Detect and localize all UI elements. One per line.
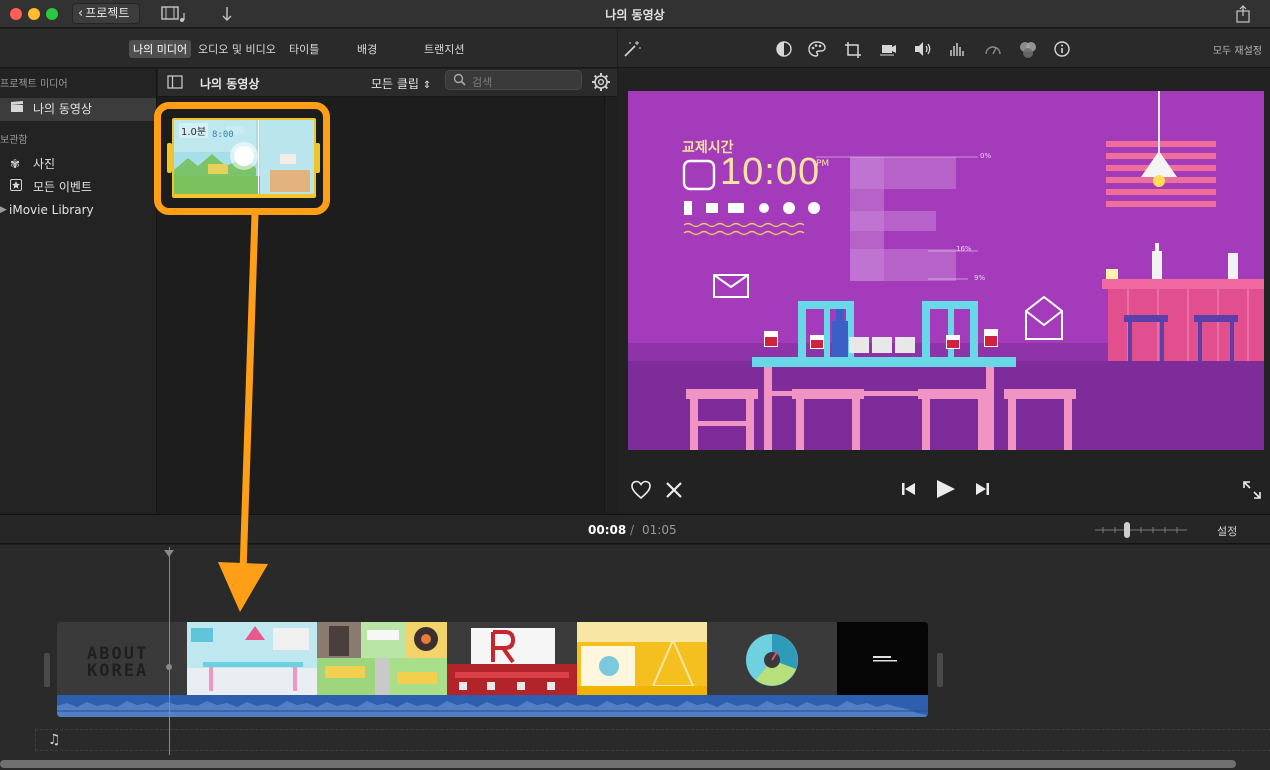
- color-palette-icon[interactable]: [808, 41, 826, 60]
- video-ampm: PM: [816, 159, 830, 169]
- gear-icon[interactable]: [591, 72, 611, 95]
- current-timecode: 00:08: [588, 523, 627, 537]
- intro-clip-text: ABOUT KOREA: [87, 644, 149, 681]
- sidebar-item-label: 사진: [33, 157, 56, 171]
- clapperboard-icon: [10, 98, 24, 121]
- crop-icon[interactable]: [844, 41, 862, 62]
- audio-waveform[interactable]: [57, 695, 928, 717]
- tab-transitions[interactable]: 트랜지션: [424, 41, 464, 57]
- clip-filter-select[interactable]: 모든 클립 ⇕: [371, 75, 431, 92]
- sidebar-item-project[interactable]: 나의 동영상: [0, 98, 156, 121]
- star-icon: [10, 176, 22, 199]
- video-preview[interactable]: 교제시간 10:00 PM 0% 16% 9%: [628, 91, 1264, 450]
- clip-filter-label: 모든 클립: [371, 77, 419, 91]
- skip-forward-icon[interactable]: [974, 482, 990, 499]
- timecode-separator: /: [630, 523, 635, 537]
- timeline-clip-pie-chart[interactable]: [707, 622, 837, 695]
- sidebar-item-imovie-library[interactable]: ▶ iMovie Library: [0, 199, 156, 222]
- heart-icon[interactable]: [630, 480, 652, 503]
- music-note-icon: ♫: [48, 732, 61, 748]
- video-percent-0: 0%: [980, 152, 992, 160]
- reject-x-icon[interactable]: [664, 481, 684, 502]
- sidebar-item-label: 나의 동영상: [33, 102, 93, 116]
- timeline-settings-button[interactable]: 설정: [1217, 523, 1237, 539]
- timeline-horizontal-scrollbar[interactable]: [0, 760, 1236, 768]
- fullscreen-icon[interactable]: [1242, 480, 1262, 503]
- volume-icon[interactable]: [913, 41, 933, 60]
- sidebar-item-label: iMovie Library: [9, 203, 94, 217]
- timeline-header: 00:08 / 01:05 설정: [0, 514, 1270, 544]
- video-time: 10:00: [720, 151, 821, 193]
- video-percent-16: 16%: [956, 245, 972, 253]
- search-input[interactable]: 검색: [445, 70, 582, 90]
- timeline-clip-cafe[interactable]: [187, 622, 317, 695]
- tab-titles[interactable]: 타이틀: [289, 41, 319, 57]
- library-sidebar: 프로젝트 미디어 나의 동영상 보관함 ✾ 사진 모든 이벤트 ▶ iMovie…: [0, 69, 157, 513]
- equalizer-icon[interactable]: [949, 41, 965, 60]
- share-icon[interactable]: [1235, 4, 1251, 28]
- sidebar-item-label: 모든 이벤트: [33, 180, 93, 194]
- timeline-clip-collage[interactable]: [317, 622, 447, 695]
- video-percent-9: 9%: [974, 274, 986, 282]
- filter-icon[interactable]: [1018, 41, 1038, 62]
- stabilization-camera-icon[interactable]: [880, 41, 898, 60]
- tab-my-media[interactable]: 나의 미디어: [129, 40, 192, 58]
- color-balance-icon[interactable]: [776, 41, 792, 60]
- play-icon[interactable]: [935, 479, 957, 502]
- search-placeholder: 검색: [472, 76, 493, 89]
- media-browser-title: 나의 동영상: [200, 77, 260, 91]
- timeline-clip-restaurant[interactable]: [447, 622, 577, 695]
- reset-all-button[interactable]: 모두 재설정: [1213, 42, 1262, 57]
- tab-backgrounds[interactable]: 배경: [357, 41, 377, 57]
- window-title: 나의 동영상: [605, 8, 665, 22]
- clip-highlight-outline: [154, 102, 330, 215]
- disclosure-triangle-icon: ▶: [0, 205, 7, 215]
- speed-icon[interactable]: [984, 41, 1002, 60]
- sidebar-toggle-icon[interactable]: [167, 75, 183, 92]
- browser-tab-bar: 나의 미디어 오디오 및 비디오 타이틀 배경 트랜지션: [0, 29, 617, 68]
- total-timecode: 01:05: [642, 523, 677, 537]
- skip-back-icon[interactable]: [901, 482, 917, 499]
- title-bar: ‹ 프로젝트 나의 동영상: [0, 0, 1270, 28]
- magic-wand-icon[interactable]: [622, 39, 642, 62]
- music-track-lane[interactable]: ♫: [35, 729, 1270, 751]
- timeline-clip-end-card[interactable]: [837, 622, 928, 695]
- media-scrollbar[interactable]: [604, 97, 617, 513]
- project-media-header: 프로젝트 미디어: [0, 79, 68, 90]
- timeline-clip-kitchen[interactable]: [577, 622, 707, 695]
- flower-icon: ✾: [10, 157, 21, 171]
- timeline-trim-right[interactable]: [937, 653, 943, 687]
- sidebar-item-photos[interactable]: ✾ 사진: [0, 153, 156, 176]
- up-down-chevron-icon: ⇕: [422, 80, 432, 91]
- timeline-clip-intro[interactable]: ABOUT KOREA: [57, 622, 187, 695]
- sidebar-item-all-events[interactable]: 모든 이벤트: [0, 176, 156, 199]
- library-header: 보관함: [0, 135, 28, 146]
- info-icon[interactable]: [1054, 41, 1070, 60]
- playhead-knob[interactable]: [166, 664, 172, 670]
- zoom-slider[interactable]: [1095, 521, 1187, 542]
- search-icon: [453, 73, 466, 89]
- playhead-line[interactable]: [169, 547, 170, 755]
- timeline-trim-left[interactable]: [44, 653, 50, 687]
- tab-audio-video[interactable]: 오디오 및 비디오: [198, 41, 276, 57]
- viewer-toolbar: 모두 재설정: [618, 29, 1270, 68]
